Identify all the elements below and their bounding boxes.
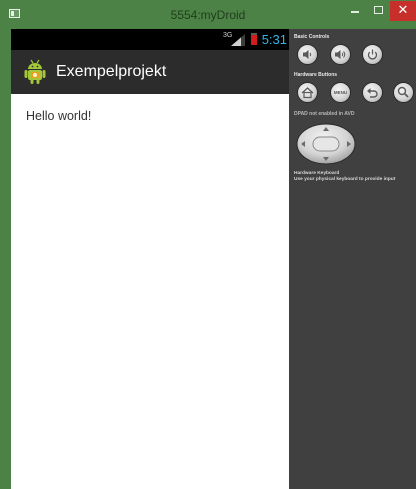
hello-world-text: Hello world! [26,109,92,123]
back-button[interactable] [362,82,383,103]
search-icon [397,86,409,98]
volume-up-icon [335,50,346,59]
power-icon [367,49,378,60]
minimize-button[interactable] [342,1,368,21]
back-icon [367,88,378,98]
dpad-status-label: DPAD not enabled in AVD [294,111,355,117]
menu-button[interactable]: MENU [330,82,351,103]
home-icon [301,87,314,99]
menu-label: MENU [333,90,348,95]
android-icon[interactable] [24,59,46,85]
window-titlebar[interactable]: 5554:myDroid ✕ [0,0,416,29]
hardware-keyboard-hint: Use your physical keyboard to provide in… [294,177,396,182]
hardware-keyboard-label: Hardware Keyboard [294,171,340,176]
signal-strength-icon [231,34,245,46]
close-button[interactable]: ✕ [390,1,416,21]
status-clock: 5:31 [261,32,287,47]
home-button[interactable] [297,82,318,103]
device-screen[interactable]: 3G 5:31 Exempelprojekt Hello world! [11,29,289,489]
volume-up-button[interactable] [330,44,351,65]
power-button[interactable] [362,44,383,65]
maximize-button[interactable] [368,1,390,21]
emulator-window: 5554:myDroid ✕ 3G 5:31 Exempelprojekt He… [0,0,416,489]
controls-panel: Basic Controls Hardware Buttons MENU DPA… [289,29,416,489]
dpad-control[interactable] [296,123,356,165]
action-bar: Exempelprojekt [11,50,289,94]
hardware-buttons-label: Hardware Buttons [294,72,338,78]
volume-down-icon [303,50,312,59]
search-button[interactable] [393,82,414,103]
app-title: Exempelprojekt [56,63,167,80]
status-bar: 3G 5:31 [11,29,289,50]
volume-down-button[interactable] [297,44,318,65]
basic-controls-label: Basic Controls [294,34,330,40]
